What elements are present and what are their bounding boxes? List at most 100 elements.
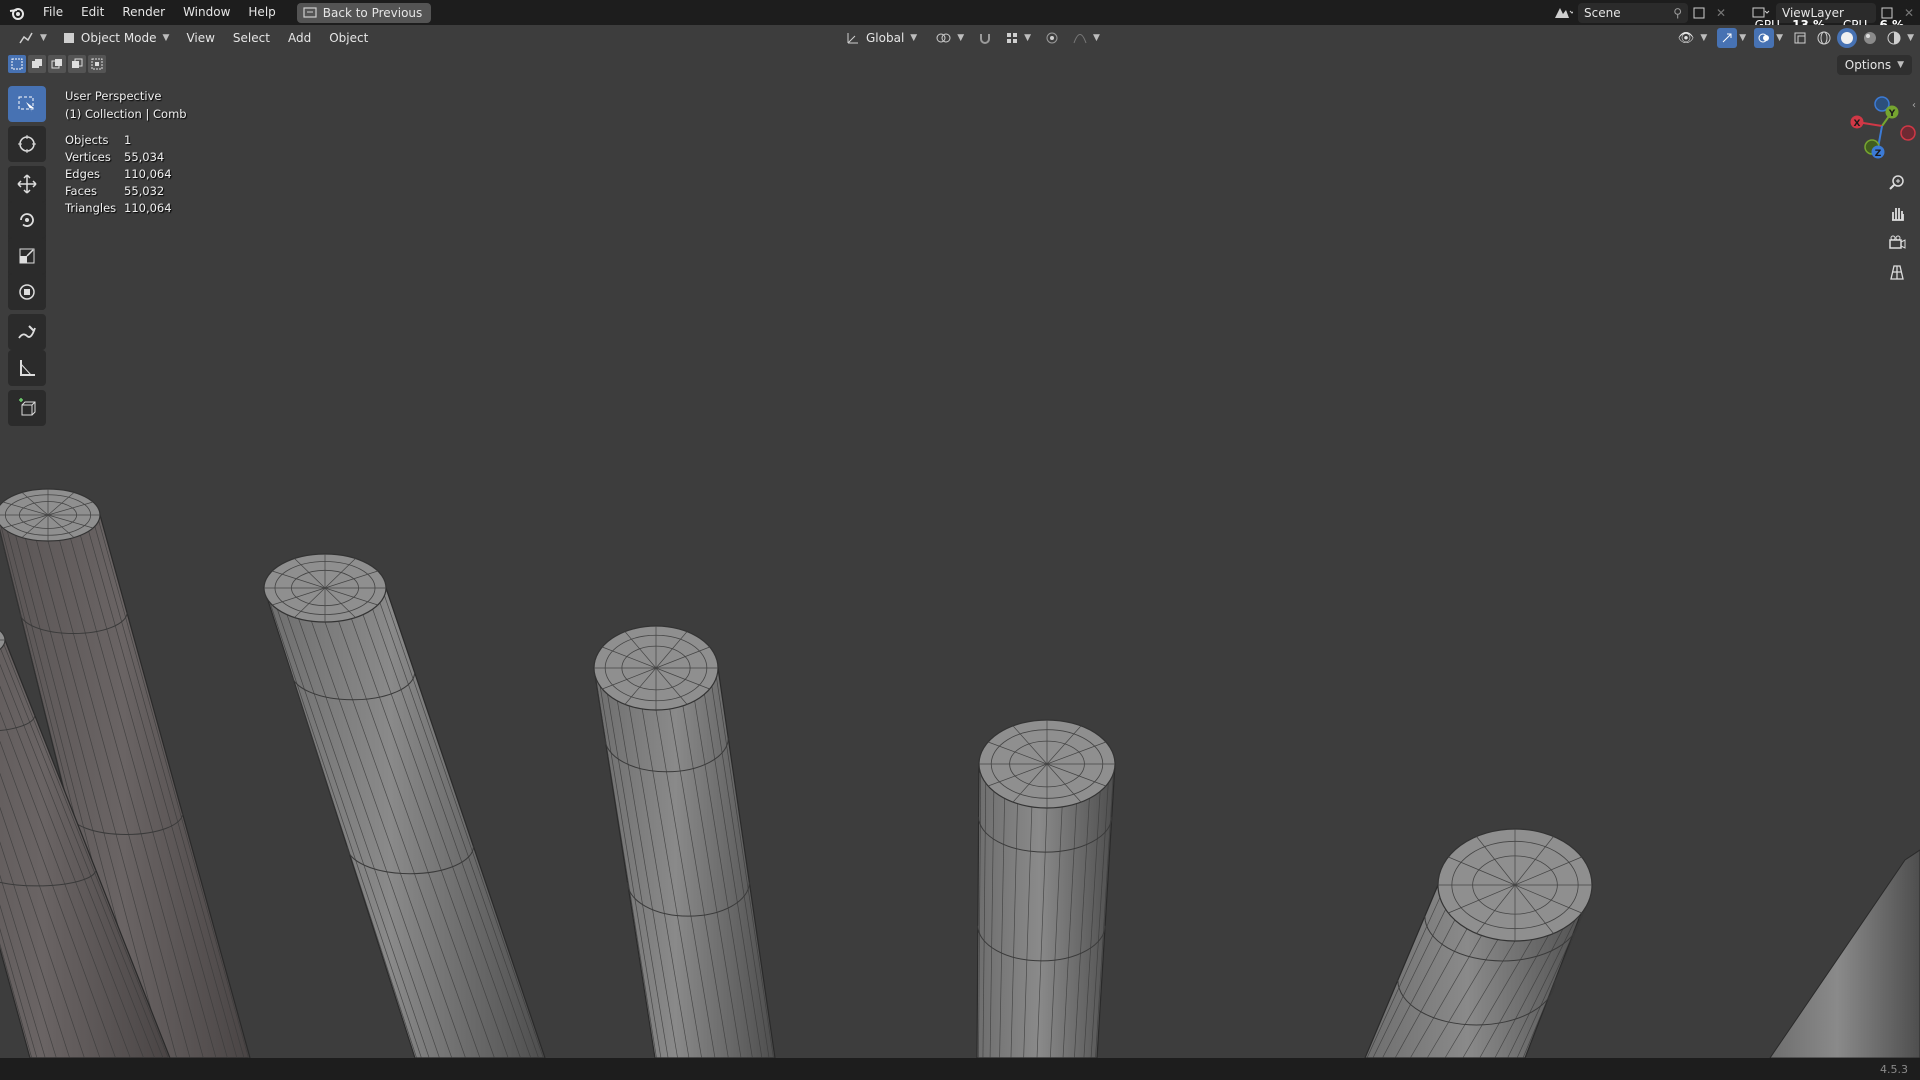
annotate-tool-icon[interactable]: [8, 314, 46, 350]
select-new-icon[interactable]: [8, 55, 26, 73]
stat-label: Objects: [65, 133, 109, 147]
comb-tooth: [976, 719, 1116, 1059]
version-label: 4.5.3: [1880, 1062, 1908, 1076]
menu-render[interactable]: Render: [113, 0, 174, 25]
select-box-tool-icon[interactable]: [8, 86, 46, 122]
collection-name: (1) Collection | Comb: [65, 107, 187, 121]
chevron-down-icon: ▼: [1024, 33, 1032, 43]
scene-browse-icon[interactable]: [1548, 2, 1578, 24]
menu-object[interactable]: Object: [320, 27, 377, 49]
selection-mode-buttons: [8, 55, 106, 73]
wireframe-shading-icon[interactable]: [1813, 27, 1835, 49]
select-extend-icon[interactable]: [28, 55, 46, 73]
gizmo-toggle-icon[interactable]: [1717, 28, 1738, 48]
scene-name: Scene: [1584, 5, 1621, 20]
snap-grid-icon: [1007, 33, 1018, 43]
snap-target-dropdown[interactable]: ▼: [998, 27, 1039, 49]
menu-file[interactable]: File: [34, 0, 72, 25]
pin-icon[interactable]: ⚲: [1673, 6, 1682, 20]
menu-select[interactable]: Select: [224, 27, 279, 49]
chevron-down-icon[interactable]: ▼: [1907, 33, 1914, 43]
editor-type-dropdown[interactable]: ▼: [10, 27, 55, 49]
comb-teeth-mesh: [0, 488, 1920, 1059]
rendered-shading-icon[interactable]: [1883, 27, 1905, 49]
scale-tool-icon[interactable]: [8, 238, 46, 274]
stat-label: Faces: [65, 184, 97, 198]
pivot-point-dropdown[interactable]: ▼: [927, 27, 972, 49]
delete-scene-icon[interactable]: ✕: [1710, 2, 1732, 24]
object-mode-dropdown[interactable]: Object Mode ▼: [55, 27, 178, 49]
material-shading-icon[interactable]: [1859, 27, 1881, 49]
viewport-header: ▼ Object Mode ▼ View Select Add Object G…: [0, 25, 1920, 51]
transform-controls: Global ▼ ▼ ▼ ▼: [838, 27, 1108, 49]
snap-toggle-icon[interactable]: [974, 27, 996, 49]
viewport-info-overlay: User Perspective (1) Collection | Comb O…: [65, 87, 187, 217]
chevron-down-icon[interactable]: ▼: [1776, 33, 1783, 43]
stat-row: Faces 55,032: [65, 183, 187, 200]
select-intersect-icon[interactable]: [88, 55, 106, 73]
chevron-down-icon: ▼: [957, 33, 965, 43]
back-to-previous-button[interactable]: Back to Previous: [296, 2, 432, 23]
stat-row: Objects 1: [65, 132, 187, 149]
options-label: Options: [1844, 58, 1892, 72]
chevron-down-icon: ▼: [40, 33, 47, 43]
select-subtract-icon[interactable]: [48, 55, 66, 73]
navigation-gizmo[interactable]: Y X Z: [1840, 88, 1920, 168]
gizmo-x-label: X: [1854, 119, 1861, 129]
pan-hand-icon[interactable]: [1884, 200, 1910, 226]
transform-orientation-dropdown[interactable]: Global ▼: [838, 27, 925, 49]
new-scene-icon[interactable]: [1688, 2, 1710, 24]
stat-value: 1: [124, 133, 132, 147]
stat-value: 55,034: [124, 150, 165, 164]
measure-tool-icon[interactable]: [8, 350, 46, 386]
3d-viewport-icon: [19, 32, 33, 44]
rotate-tool-icon[interactable]: [8, 202, 46, 238]
stat-value: 55,032: [124, 184, 165, 198]
status-bar: 4.5.3: [0, 1058, 1920, 1080]
transform-tool-icon[interactable]: [8, 274, 46, 310]
visibility-dropdown[interactable]: 👁 ▼: [1670, 27, 1715, 49]
menu-edit[interactable]: Edit: [72, 0, 113, 25]
move-tool-icon[interactable]: [8, 166, 46, 202]
stat-value: 110,064: [124, 167, 172, 181]
menu-window[interactable]: Window: [174, 0, 239, 25]
menu-help[interactable]: Help: [239, 0, 284, 25]
scene-name-field[interactable]: Scene ⚲: [1578, 2, 1688, 23]
comb-tooth: [263, 553, 546, 1059]
comb-tooth: [1769, 849, 1920, 1059]
camera-view-icon[interactable]: [1884, 230, 1910, 256]
tool-shelf: [8, 86, 46, 426]
blender-logo-icon[interactable]: [0, 0, 34, 25]
object-mode-label: Object Mode: [80, 31, 157, 45]
select-invert-icon[interactable]: [68, 55, 86, 73]
options-dropdown[interactable]: Options ▼: [1836, 55, 1912, 75]
gizmo-neg-x-icon[interactable]: [1900, 125, 1916, 141]
proportional-editing-icon[interactable]: [1041, 27, 1063, 49]
stat-row: Edges 110,064: [65, 166, 187, 183]
menu-view[interactable]: View: [177, 27, 223, 49]
perspective-toggle-icon[interactable]: [1884, 259, 1910, 285]
sidebar-toggle-icon[interactable]: ‹: [1912, 100, 1920, 118]
viewport-3d[interactable]: [0, 0, 1920, 1080]
solid-shading-icon[interactable]: [1837, 28, 1858, 48]
chevron-down-icon[interactable]: ▼: [1739, 33, 1746, 43]
top-bar: File Edit Render Window Help Back to Pre…: [0, 0, 1920, 32]
xray-toggle-icon[interactable]: [1789, 27, 1811, 49]
zoom-icon[interactable]: [1884, 170, 1910, 196]
comb-tooth: [593, 625, 776, 1059]
screen-back-icon: [303, 6, 317, 18]
cursor-tool-icon[interactable]: [8, 126, 46, 162]
menu-add[interactable]: Add: [279, 27, 320, 49]
overlays-toggle-icon[interactable]: [1754, 28, 1775, 48]
gizmo-y-label: Y: [1888, 109, 1896, 119]
object-mode-icon: [63, 33, 74, 43]
add-cube-tool-icon[interactable]: [8, 390, 46, 426]
stat-value: 110,064: [124, 201, 172, 215]
falloff-dropdown[interactable]: ▼: [1065, 27, 1108, 49]
view-name: User Perspective: [65, 89, 162, 103]
pivot-icon: [936, 33, 951, 43]
chevron-down-icon: ▼: [1700, 33, 1708, 43]
stat-label: Vertices: [65, 150, 111, 164]
orientation-label: Global: [866, 31, 905, 45]
stat-label: Triangles: [65, 201, 117, 215]
